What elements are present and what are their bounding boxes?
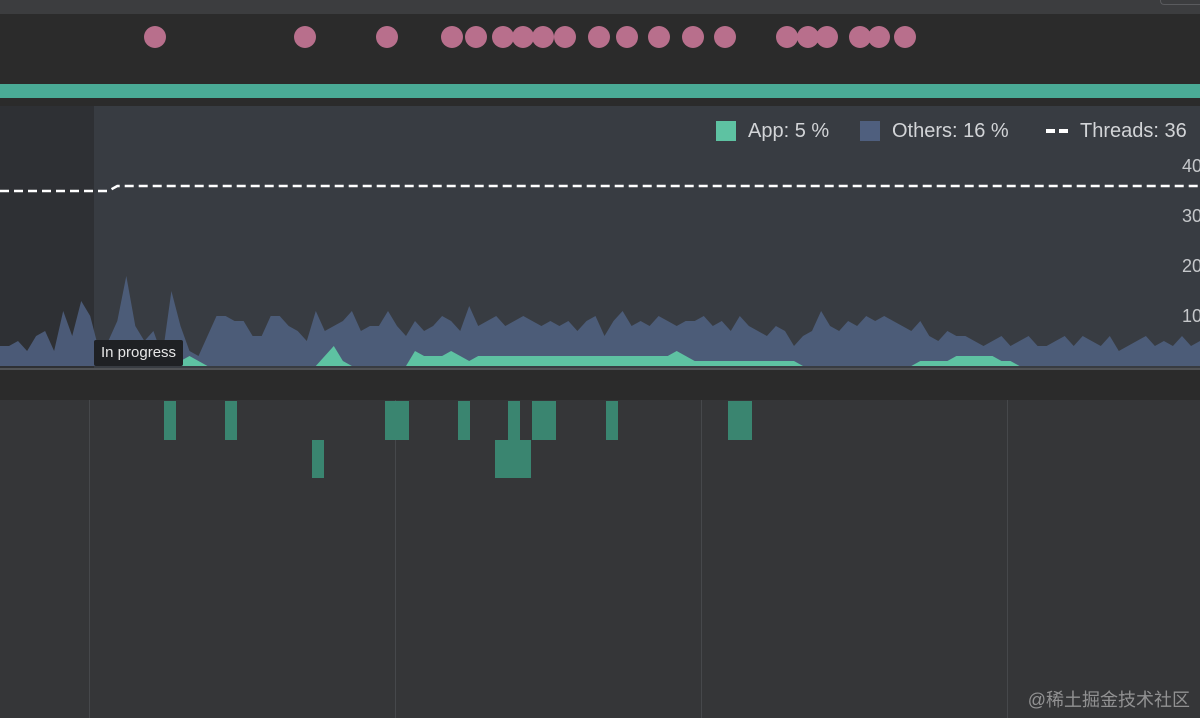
- event-marker-8[interactable]: [554, 26, 576, 48]
- thread-activity-area[interactable]: [0, 400, 1200, 718]
- thread-block-7[interactable]: [728, 401, 752, 440]
- app-swatch-icon: [716, 121, 736, 141]
- toolbar-corner: [1160, 0, 1200, 5]
- event-marker-16[interactable]: [816, 26, 838, 48]
- event-marker-7[interactable]: [532, 26, 554, 48]
- toolbar-strip: [0, 0, 1200, 14]
- track-separator: [0, 98, 1200, 106]
- event-marker-19[interactable]: [894, 26, 916, 48]
- legend-others: Others: 16 %: [860, 120, 1009, 142]
- thread-block-1[interactable]: [225, 401, 237, 440]
- series-threads-line: [0, 184, 1200, 193]
- event-marker-5[interactable]: [492, 26, 514, 48]
- legend-app-label: App: 5 %: [748, 119, 830, 142]
- axis-tick-40: 40: [1182, 156, 1200, 176]
- cpu-usage-plot[interactable]: [0, 106, 1200, 368]
- event-marker-12[interactable]: [682, 26, 704, 48]
- event-marker-4[interactable]: [465, 26, 487, 48]
- others-swatch-icon: [860, 121, 880, 141]
- event-marker-10[interactable]: [616, 26, 638, 48]
- legend-others-label: Others: 16 %: [892, 119, 1009, 142]
- event-marker-17[interactable]: [849, 26, 871, 48]
- thread-block-8[interactable]: [312, 440, 324, 478]
- axis-tick-10: 10: [1182, 306, 1200, 326]
- event-markers[interactable]: [0, 14, 1200, 84]
- event-marker-3[interactable]: [441, 26, 463, 48]
- event-marker-0[interactable]: [144, 26, 166, 48]
- event-marker-18[interactable]: [868, 26, 890, 48]
- event-marker-1[interactable]: [294, 26, 316, 48]
- thread-activity-blocks[interactable]: [0, 400, 1200, 718]
- thread-block-0[interactable]: [164, 401, 176, 440]
- cpu-state-bar[interactable]: [0, 84, 1200, 98]
- thread-block-4[interactable]: [508, 401, 520, 440]
- event-marker-6[interactable]: [512, 26, 534, 48]
- watermark: @稀土掘金技术社区: [1027, 690, 1190, 710]
- axis-tick-30: 30: [1182, 206, 1200, 226]
- event-marker-15[interactable]: [797, 26, 819, 48]
- event-marker-13[interactable]: [714, 26, 736, 48]
- legend-app: App: 5 %: [716, 120, 829, 142]
- thread-block-5[interactable]: [532, 401, 556, 440]
- axis-tick-20: 20: [1182, 256, 1200, 276]
- legend-threads-label: Threads: 36: [1080, 119, 1187, 142]
- event-marker-2[interactable]: [376, 26, 398, 48]
- event-marker-9[interactable]: [588, 26, 610, 48]
- in-progress-tooltip: In progress: [94, 340, 184, 366]
- thread-block-9[interactable]: [495, 440, 531, 478]
- interaction-event-track[interactable]: [0, 14, 1200, 84]
- event-marker-14[interactable]: [776, 26, 798, 48]
- threads-header-band: [0, 370, 1200, 400]
- thread-block-6[interactable]: [606, 401, 618, 440]
- cpu-profiler-view: App: 5 % Others: 16 % Threads: 36 40 30 …: [0, 0, 1200, 718]
- cpu-usage-chart[interactable]: App: 5 % Others: 16 % Threads: 36 40 30 …: [0, 106, 1200, 368]
- thread-block-2[interactable]: [385, 401, 409, 440]
- threads-dash-icon: [1046, 129, 1068, 133]
- legend-threads: Threads: 36: [1046, 120, 1187, 142]
- thread-block-3[interactable]: [458, 401, 470, 440]
- event-marker-11[interactable]: [648, 26, 670, 48]
